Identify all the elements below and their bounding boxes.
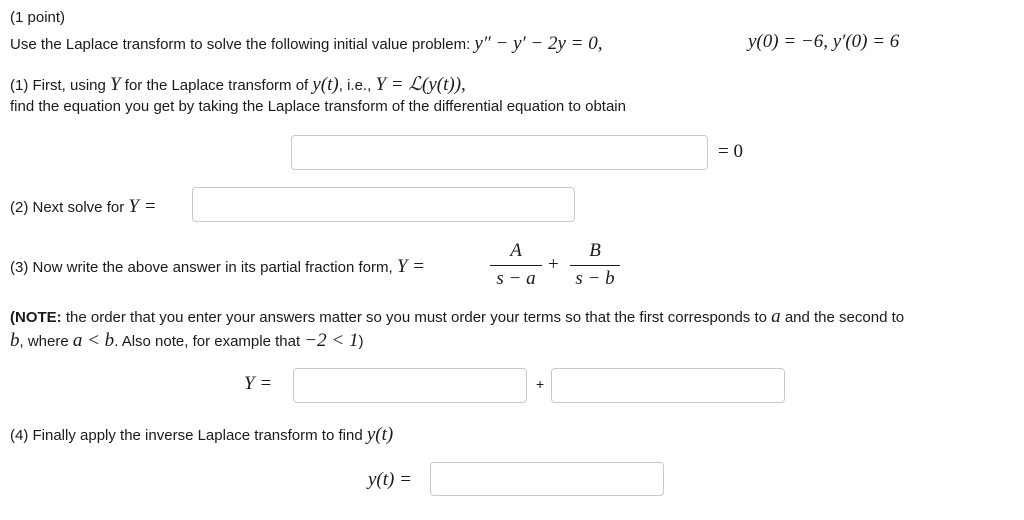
partial-plus: + <box>536 376 545 392</box>
partial-fraction-B-input[interactable] <box>551 368 785 403</box>
note-example: −2 < 1 <box>304 330 359 351</box>
transformed-equation-input[interactable] <box>291 135 708 170</box>
part4-prefix: (4) Finally apply the inverse Laplace tr… <box>10 427 367 444</box>
initial-conditions: y(0) = −6, y′(0) = 6 <box>748 31 900 52</box>
part1-prefix: (1) First, using <box>10 77 111 94</box>
part2-prefix: (2) Next solve for <box>10 199 129 216</box>
solve-Y-input[interactable] <box>192 187 575 222</box>
part4-yt: y(t) <box>366 424 394 445</box>
part3-label: (3) Now write the above answer in its pa… <box>10 256 425 278</box>
partial-lhs: Y = <box>244 373 273 394</box>
part2-lhs: Y = <box>128 196 157 217</box>
part1-line2: find the equation you get by taking the … <box>10 98 626 115</box>
part1-definition: Y = ℒ(y(t)), <box>375 74 466 95</box>
fraction-B: B s − b <box>570 240 620 290</box>
fraction-plus: + <box>548 254 559 275</box>
fraction-A: A s − a <box>490 240 542 290</box>
fraction-A-denominator: s − a <box>496 268 536 289</box>
equals-zero: = 0 <box>718 141 743 162</box>
problem-statement: Use the Laplace transform to solve the f… <box>10 33 603 55</box>
problem-intro: Use the Laplace transform to solve the f… <box>10 36 475 53</box>
note-text3: , where <box>19 333 73 350</box>
fraction-B-bar <box>570 265 620 266</box>
fraction-A-numerator: A <box>510 240 522 261</box>
part1-ie: , i.e., <box>338 77 376 94</box>
fraction-B-numerator: B <box>589 240 601 261</box>
note-text2: and the second to <box>780 309 905 326</box>
part1-yt: y(t) <box>312 74 339 95</box>
part1-mid: for the Laplace transform of <box>120 77 313 94</box>
note-bold: (NOTE: <box>10 309 62 326</box>
fraction-B-denominator: s − b <box>575 268 615 289</box>
part3-lhs: Y = <box>396 256 425 277</box>
inverse-laplace-input[interactable] <box>430 462 664 496</box>
note-close: ) <box>358 333 364 350</box>
note-condition: a < b <box>72 330 115 351</box>
note-a: a <box>771 306 781 327</box>
partial-fraction-A-input[interactable] <box>293 368 527 403</box>
part1-line1: (1) First, using Y for the Laplace trans… <box>10 73 466 96</box>
note-text1: the order that you enter your answers ma… <box>61 309 772 326</box>
ode-equation: y″ − y′ − 2y = 0, <box>474 33 603 54</box>
points-label: (1 point) <box>10 9 66 26</box>
note-text4: . Also note, for example that <box>114 333 305 350</box>
note-line1: (NOTE: the order that you enter your ans… <box>10 306 904 328</box>
part4-lhs: y(t) = <box>368 469 412 490</box>
part4-label: (4) Finally apply the inverse Laplace tr… <box>10 424 393 446</box>
part3-prefix: (3) Now write the above answer in its pa… <box>10 259 397 276</box>
part1-Y: Y <box>110 74 121 95</box>
part2-label: (2) Next solve for Y = <box>10 196 157 218</box>
note-line2: b, where a < b. Also note, for example t… <box>10 330 363 352</box>
note-b: b <box>10 330 20 351</box>
fraction-A-bar <box>490 265 542 266</box>
